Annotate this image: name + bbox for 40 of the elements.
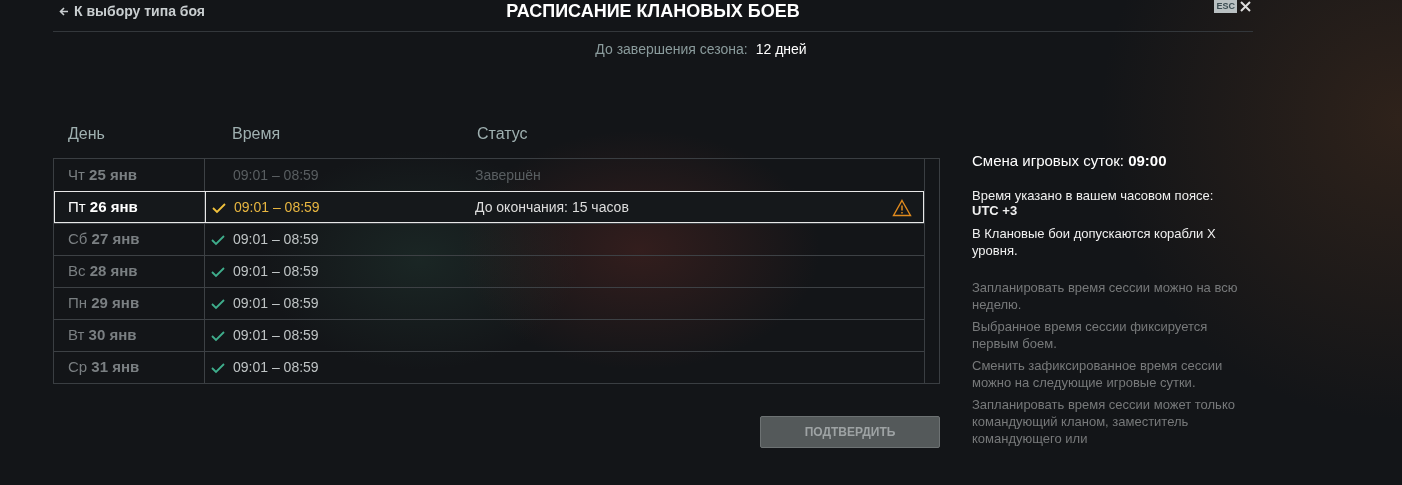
schedule-row[interactable]: Пн 29 янв 09:01 – 08:59 [54, 287, 924, 319]
arrow-left-icon [59, 7, 69, 16]
column-header: Статус [477, 125, 528, 142]
day-label: Ср 31 янв [68, 357, 140, 378]
day-label: Чт 25 янв [68, 164, 137, 185]
season-value: 12 дней [755, 41, 807, 57]
time-range: 09:01 – 08:59 [233, 262, 319, 281]
info-text: Время указано в вашем часовом поясе: [972, 186, 1215, 204]
close-icon[interactable] [1240, 1, 1251, 12]
status-text: Завершён [475, 165, 541, 185]
time-range: 09:01 – 08:59 [233, 230, 319, 249]
back-link[interactable]: К выбору типа боя [59, 1, 206, 22]
info-heading: Смена игровых суток: 09:00 [972, 151, 1168, 171]
time-range: 09:01 – 08:59 [233, 326, 319, 345]
schedule-row[interactable]: Сб 27 янв 09:01 – 08:59 [54, 223, 924, 255]
info-text: Выбранное время сессии фиксируется первым боем. [972, 317, 1209, 352]
time-range: 09:01 – 08:59 [233, 294, 319, 313]
page-title: РАСПИСАНИЕ КЛАНОВЫХ БОЕВ [506, 1, 800, 21]
time-range: 09:01 – 08:59 [233, 165, 319, 185]
column-header: День [68, 125, 105, 142]
time-range: 09:01 – 08:59 [234, 198, 320, 217]
schedule-row[interactable]: Ср 31 янв 09:01 – 08:59 [54, 351, 924, 383]
day-label: Вс 28 янв [68, 261, 138, 282]
esc-key: ESC [1214, 0, 1237, 13]
day-label: Вт 30 янв [68, 325, 137, 346]
schedule-row[interactable]: Пт 26 янв 09:01 – 08:59 До окончания: 15 часов [54, 191, 924, 223]
info-text: Запланировать время сессии может только командующий кланом, заместитель командующего или [972, 395, 1236, 447]
schedule-row[interactable]: Вс 28 янв 09:01 – 08:59 [54, 255, 924, 287]
column-header: Время [232, 125, 281, 142]
season-label: До завершения сезона: [595, 41, 748, 57]
info-text: Запланировать время сессии можно на всю неделю. [972, 278, 1239, 313]
info-text: Сменить зафиксированное время сессии можно на следующие игровые сутки. [972, 356, 1224, 391]
info-text: В Клановые бои допускаются корабли X уровня. [972, 224, 1217, 259]
day-label: Пн 29 янв [68, 293, 140, 314]
time-range: 09:01 – 08:59 [233, 358, 319, 377]
schedule-row[interactable]: Вт 30 янв 09:01 – 08:59 [54, 319, 924, 351]
status-text: До окончания: 15 часов [475, 198, 629, 217]
day-label: Сб 27 янв [68, 229, 140, 250]
timezone-value: UTC +3 [972, 202, 1018, 219]
day-label: Пт 26 янв [68, 197, 138, 218]
